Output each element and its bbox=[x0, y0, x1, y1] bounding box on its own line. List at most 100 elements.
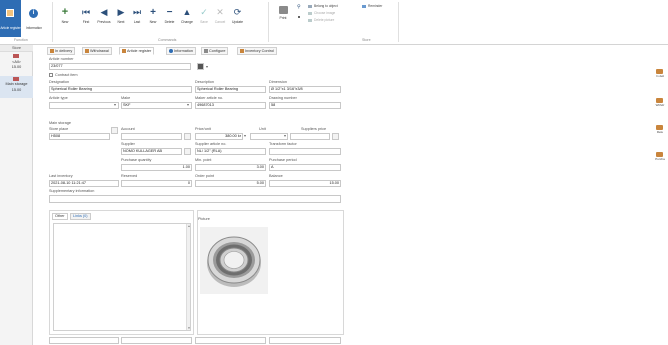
next-button[interactable]: ▶ Next bbox=[115, 8, 127, 25]
purchase-quantity-field[interactable]: 1.00 bbox=[121, 164, 192, 171]
article-picture bbox=[200, 227, 268, 294]
previous-button[interactable]: ◀ Previous bbox=[96, 7, 112, 25]
tab-article-register[interactable]: Article register bbox=[119, 47, 155, 55]
scrollbar[interactable]: ▲ ▼ bbox=[186, 224, 190, 330]
save-button[interactable]: ✓ Save bbox=[198, 8, 210, 25]
first-button[interactable]: ⏮ First bbox=[80, 7, 92, 25]
transform-factor-field[interactable] bbox=[269, 148, 341, 155]
purchase-action[interactable]: Purcha bbox=[652, 152, 668, 163]
in-delivery-action[interactable]: In deli bbox=[652, 69, 668, 80]
tab-withdrawal[interactable]: Withdrawal bbox=[82, 47, 112, 55]
bottom-field-1[interactable] bbox=[49, 337, 119, 344]
purchase-period-field[interactable]: A bbox=[269, 164, 341, 171]
supplier-article-no-field[interactable]: NL/ 1/2" (RLA) bbox=[195, 148, 266, 155]
supplier-lookup-button[interactable] bbox=[184, 148, 191, 155]
order-point-field[interactable]: 5.00 bbox=[195, 180, 266, 187]
reminder-label: Reminder bbox=[368, 4, 383, 8]
article-form: Article number 23/077 ▾ Contract item De… bbox=[47, 55, 347, 345]
last-icon: ⏭ bbox=[132, 7, 142, 17]
tab-in-delivery[interactable]: In delivery bbox=[47, 47, 76, 55]
reserved-field[interactable]: 0 bbox=[121, 180, 192, 187]
dropdown-icon: ▾ bbox=[206, 64, 209, 69]
object-icon bbox=[308, 4, 312, 8]
delete-picture-button[interactable]: Delete picture bbox=[308, 18, 334, 22]
price-unit-field[interactable]: 380.00 kr bbox=[195, 133, 243, 140]
scroll-up-icon[interactable]: ▲ bbox=[187, 224, 191, 228]
info-icon: i bbox=[29, 9, 38, 18]
dimension-field[interactable]: Ø 1/2"x1 3/16"x3/8 bbox=[269, 86, 341, 93]
print-button[interactable]: Print bbox=[276, 6, 290, 20]
delete-button[interactable]: − Delete bbox=[163, 8, 176, 25]
inventory-icon bbox=[240, 49, 244, 53]
belong-to-object-button[interactable]: Belong to object bbox=[308, 4, 338, 8]
information-button[interactable]: i Information bbox=[22, 0, 46, 37]
notes-textarea[interactable]: ▲ ▼ bbox=[53, 223, 191, 331]
cancel-button[interactable]: ✕ Cancel bbox=[213, 8, 227, 25]
min-point-field[interactable]: 3.00 bbox=[195, 164, 266, 171]
last-button[interactable]: ⏭ Last bbox=[131, 7, 143, 25]
reminder-button[interactable]: Reminder bbox=[362, 4, 382, 8]
bottom-field-3[interactable] bbox=[195, 337, 266, 344]
store-place-checkbox[interactable] bbox=[111, 127, 118, 134]
new-record-button[interactable]: + New bbox=[147, 8, 159, 25]
store-place-field[interactable]: H508 bbox=[49, 133, 110, 140]
contract-item-checkbox[interactable] bbox=[49, 73, 53, 77]
unit-select[interactable] bbox=[250, 133, 288, 140]
first-icon: ⏮ bbox=[81, 7, 91, 17]
bottom-field-2[interactable] bbox=[121, 337, 192, 344]
article-number-field[interactable]: 23/077 bbox=[49, 63, 191, 70]
description-label: Description bbox=[195, 80, 214, 84]
change-icon: ▲ bbox=[182, 7, 192, 17]
store-group-label: Store bbox=[362, 38, 371, 42]
update-button[interactable]: ⟳ Update bbox=[230, 8, 245, 25]
reserved-label: Reserved bbox=[121, 174, 138, 178]
supplier-field[interactable]: NOMO KULLAGER AB bbox=[121, 148, 182, 155]
article-type-select[interactable] bbox=[49, 102, 119, 109]
choose-image-button[interactable]: Choose image bbox=[308, 11, 335, 15]
main-storage-label: Main storage bbox=[49, 121, 71, 125]
purchase-quantity-label: Purchase quantity bbox=[121, 158, 152, 162]
tab-links[interactable]: Links (0) bbox=[70, 213, 91, 220]
suppliers-price-field[interactable] bbox=[290, 133, 330, 140]
previous-icon: ◀ bbox=[100, 7, 108, 17]
account-field[interactable] bbox=[121, 133, 182, 140]
reminder-icon bbox=[362, 4, 366, 8]
chevron-down-icon: ▾ bbox=[187, 102, 190, 107]
article-register-button[interactable]: Article register bbox=[0, 0, 21, 37]
tab-configure[interactable]: Configure bbox=[201, 47, 229, 55]
next-label: Next bbox=[117, 20, 125, 24]
make-label: Make bbox=[121, 96, 131, 100]
store-item-all[interactable]: <All> 15.00 bbox=[0, 53, 33, 75]
suppliers-price-button[interactable] bbox=[332, 133, 339, 140]
make-select[interactable]: SKF bbox=[121, 102, 192, 109]
ribbon-separator bbox=[268, 2, 269, 42]
bearing-icon bbox=[207, 236, 261, 287]
scroll-down-icon[interactable]: ▼ bbox=[187, 326, 191, 330]
lower-tabs-panel: Other Links (0) ▲ ▼ bbox=[49, 210, 194, 335]
account-lookup-button[interactable] bbox=[184, 133, 191, 140]
store-item-title: Main storage bbox=[5, 82, 28, 86]
tab-inventory-control[interactable]: Inventory Control bbox=[237, 47, 277, 55]
barcode-button[interactable] bbox=[197, 63, 204, 70]
drawing-number-field[interactable]: 58 bbox=[269, 102, 341, 109]
chevron-down-icon: ▾ bbox=[114, 102, 117, 107]
withdrawal-action[interactable]: Withdr bbox=[652, 98, 668, 109]
return-action[interactable]: Retu bbox=[652, 125, 668, 136]
last-inventory-field[interactable]: 2021-08-10 11:21:47 bbox=[49, 180, 119, 187]
store-item-count: 15.00 bbox=[11, 65, 22, 69]
maker-article-no-field[interactable]: 49687013 bbox=[195, 102, 266, 109]
search-icon[interactable]: ⚲ bbox=[297, 4, 301, 10]
tab-information[interactable]: Information bbox=[166, 47, 196, 55]
plus-icon: + bbox=[61, 6, 69, 18]
new-button[interactable]: + New bbox=[58, 6, 72, 25]
store-item-main-storage[interactable]: Main storage 15.00 bbox=[0, 76, 33, 98]
first-label: First bbox=[82, 20, 90, 24]
supplementary-info-field[interactable] bbox=[49, 195, 341, 203]
image-icon bbox=[308, 11, 312, 15]
designation-field[interactable]: Spherical Roller Bearing bbox=[49, 86, 192, 93]
bottom-field-4[interactable] bbox=[269, 337, 341, 344]
tab-other[interactable]: Other bbox=[52, 213, 68, 220]
balance-field[interactable]: 15.00 bbox=[269, 180, 341, 187]
change-button[interactable]: ▲ Change bbox=[180, 7, 194, 25]
description-field[interactable]: Spherical Roller Bearing bbox=[195, 86, 266, 93]
